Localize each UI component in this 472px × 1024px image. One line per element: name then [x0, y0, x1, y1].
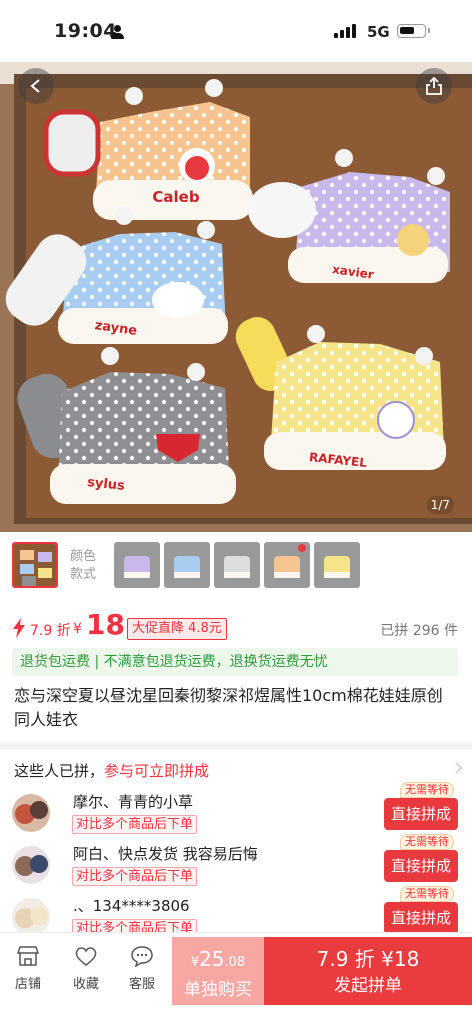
no-wait-badge: 无需等待: [400, 782, 454, 798]
service-button[interactable]: 客服: [122, 945, 162, 992]
join-group-button[interactable]: 直接拼成: [384, 798, 458, 830]
group-buy-note: 对比多个商品后下单: [72, 815, 198, 834]
status-bar: 19:04 5G: [0, 0, 472, 62]
store-button[interactable]: 店铺: [8, 945, 48, 992]
sold-count: 已拼 296 件: [380, 623, 458, 639]
single-price-int: 25: [199, 947, 225, 971]
group-buy-names: 阿白、快点发货 我容易后悔: [73, 845, 258, 863]
return-notice-title: 退货包运费: [20, 654, 90, 670]
variant-thumb-orange[interactable]: [264, 542, 310, 588]
buy-alone-button[interactable]: ¥25.08 单独购买: [172, 937, 264, 1005]
product-image[interactable]: Caleb xavier zayne RAFAYEL sylus 1/7: [0, 62, 472, 532]
variant-thumb-grey[interactable]: [214, 542, 260, 588]
return-notice-detail: | 不满意包退货运费，退换货运费无忧: [90, 654, 328, 670]
promo-badge: 大促直降 4.8元: [127, 618, 227, 640]
discount-label: 7.9 折: [30, 623, 71, 639]
signal-icon: [334, 24, 360, 38]
variant-thumbnails: 颜色 款式: [0, 532, 472, 600]
group-buy-names: 摩尔、青青的小草: [73, 793, 194, 811]
chevron-right-icon[interactable]: [450, 762, 462, 774]
return-notice[interactable]: 退货包运费 | 不满意包退货运费，退换货运费无忧: [12, 648, 458, 676]
page-indicator: 1/7: [426, 496, 454, 514]
battery-icon: [397, 24, 430, 38]
hat-label-caleb: Caleb: [152, 188, 199, 206]
group-buy-section: 这些人已拼，参与可立即拼成 摩尔、青青的小草 对比多个商品后下单 直接拼成 无需…: [0, 742, 472, 938]
bottom-action-bar: 店铺 收藏 客服 ¥25.08 单独购买 7.9 折 ¥18 发起拼单: [0, 932, 472, 1024]
chevron-left-icon: [30, 79, 40, 93]
group-buy-row: 阿白、快点发货 我容易后悔 对比多个商品后下单 直接拼成 无需等待: [0, 834, 472, 890]
group-buy-names: .、134****3806: [73, 897, 190, 915]
avatar: [12, 898, 50, 936]
variant-caption: 颜色 款式: [70, 549, 97, 582]
chat-icon: [131, 946, 153, 967]
variant-thumb-purple[interactable]: [114, 542, 160, 588]
back-button[interactable]: [18, 68, 54, 104]
share-button[interactable]: [416, 68, 452, 104]
lightning-icon: [13, 618, 25, 638]
currency-symbol: ¥: [73, 621, 82, 637]
network-type: 5G: [367, 23, 390, 41]
avatar: [12, 794, 50, 832]
single-label: 单独购买: [184, 980, 252, 1000]
variant-thumb-all[interactable]: [12, 542, 58, 588]
product-title: 恋与深空夏以昼沈星回秦彻黎深祁煜属性10cm棉花娃娃原创同人娃衣: [0, 682, 472, 742]
variant-thumb-yellow[interactable]: [314, 542, 360, 588]
single-price: ¥25.08: [172, 947, 264, 975]
product-photo: Caleb xavier zayne RAFAYEL sylus: [0, 62, 472, 532]
group-buy-row: 摩尔、青青的小草 对比多个商品后下单 直接拼成 无需等待: [0, 782, 472, 838]
group-buy-heading-text: 这些人已拼，: [14, 762, 105, 780]
avatar: [12, 846, 50, 884]
join-group-button[interactable]: 直接拼成: [384, 902, 458, 934]
store-icon: [16, 946, 40, 966]
service-label: 客服: [128, 977, 155, 992]
share-icon: [426, 77, 442, 95]
store-label: 店铺: [14, 977, 41, 992]
person-icon: [111, 25, 124, 39]
group-buy-note: 对比多个商品后下单: [72, 867, 198, 886]
variant-thumb-blue[interactable]: [164, 542, 210, 588]
group-buy-heading-action: 参与可立即拼成: [104, 762, 210, 780]
status-time: 19:04: [54, 20, 117, 42]
single-price-dec: .08: [224, 955, 246, 970]
group-buy-heading[interactable]: 这些人已拼，参与可立即拼成: [14, 760, 209, 781]
no-wait-badge: 无需等待: [400, 834, 454, 850]
price-row: 7.9 折 ¥ 18 大促直降 4.8元 已拼 296 件: [0, 600, 472, 648]
price-value: 18: [86, 608, 125, 641]
start-group-buy-button[interactable]: 7.9 折 ¥18 发起拼单: [264, 937, 472, 1005]
group-price: 7.9 折 ¥18: [316, 947, 420, 971]
favorite-button[interactable]: 收藏: [66, 945, 106, 992]
no-wait-badge: 无需等待: [400, 886, 454, 902]
heart-icon: [75, 947, 97, 966]
join-group-button[interactable]: 直接拼成: [384, 850, 458, 882]
group-label: 发起拼单: [334, 976, 402, 996]
favorite-label: 收藏: [72, 977, 99, 992]
single-price-currency: ¥: [190, 955, 200, 970]
return-notice-row: 退货包运费 | 不满意包退货运费，退换货运费无忧: [0, 648, 472, 682]
